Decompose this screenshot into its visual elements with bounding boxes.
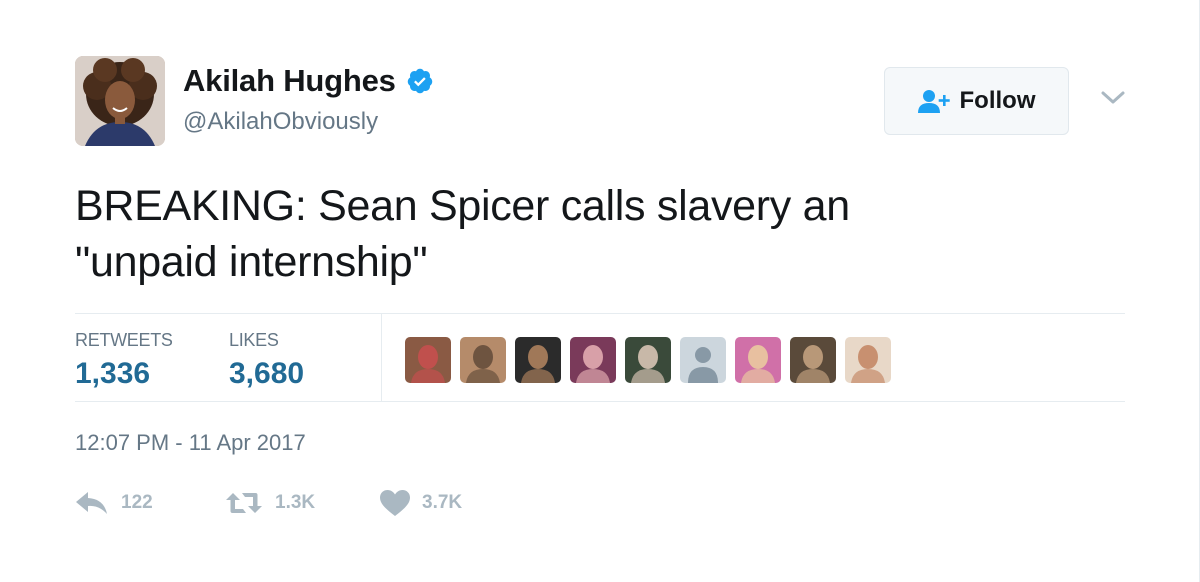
tweet-stats-bar: RETWEETS 1,336 LIKES 3,680: [75, 313, 1125, 402]
avatar[interactable]: [75, 56, 165, 146]
retweet-count: 1.3K: [275, 492, 316, 513]
liker-avatar[interactable]: [405, 337, 451, 383]
liker-avatar[interactable]: [625, 337, 671, 383]
retweets-label: RETWEETS: [75, 330, 173, 350]
likes-stat[interactable]: LIKES 3,680: [229, 330, 304, 391]
user-handle[interactable]: @AkilahObviously: [183, 108, 378, 136]
tweet-text-line: "unpaid internship": [75, 238, 428, 286]
verified-badge-icon: [406, 67, 434, 95]
follow-button[interactable]: Follow: [884, 67, 1069, 135]
liker-avatar[interactable]: [790, 337, 836, 383]
retweets-value: 1,336: [75, 357, 151, 390]
reply-icon: [76, 492, 107, 514]
liker-avatar[interactable]: [570, 337, 616, 383]
reply-count: 122: [121, 492, 153, 513]
liker-avatar[interactable]: [680, 337, 726, 383]
liker-avatar[interactable]: [460, 337, 506, 383]
add-user-icon: [917, 89, 952, 113]
like-button[interactable]: 3.7K: [380, 490, 530, 516]
retweets-stat[interactable]: RETWEETS 1,336: [75, 330, 173, 391]
display-name[interactable]: Akilah Hughes: [183, 63, 396, 99]
follow-button-label: Follow: [959, 87, 1036, 114]
likes-value: 3,680: [229, 357, 305, 390]
liker-avatar[interactable]: [735, 337, 781, 383]
tweet-actions: 122 1.3K 3.7K: [75, 490, 530, 516]
reply-button[interactable]: 122: [75, 491, 225, 515]
chevron-down-icon[interactable]: [1100, 88, 1126, 108]
tweet-timestamp[interactable]: 12:07 PM - 11 Apr 2017: [75, 430, 306, 456]
tweet-text-line: BREAKING: Sean Spicer calls slavery an: [75, 182, 850, 230]
tweet-card: Akilah Hughes @AkilahObviously Follow BR…: [0, 0, 1200, 582]
retweet-icon: [226, 493, 262, 513]
liker-avatar[interactable]: [515, 337, 561, 383]
liker-avatars: [405, 337, 891, 383]
stats-divider: [381, 314, 382, 402]
heart-icon: [380, 490, 410, 516]
avatar-image: [75, 56, 165, 146]
author-name-row: Akilah Hughes: [183, 63, 434, 99]
like-count: 3.7K: [422, 492, 463, 513]
tweet-text: BREAKING: Sean Spicer calls slavery an "…: [75, 178, 1125, 290]
liker-avatar[interactable]: [845, 337, 891, 383]
likes-label: LIKES: [229, 330, 279, 350]
retweet-button[interactable]: 1.3K: [225, 491, 380, 515]
